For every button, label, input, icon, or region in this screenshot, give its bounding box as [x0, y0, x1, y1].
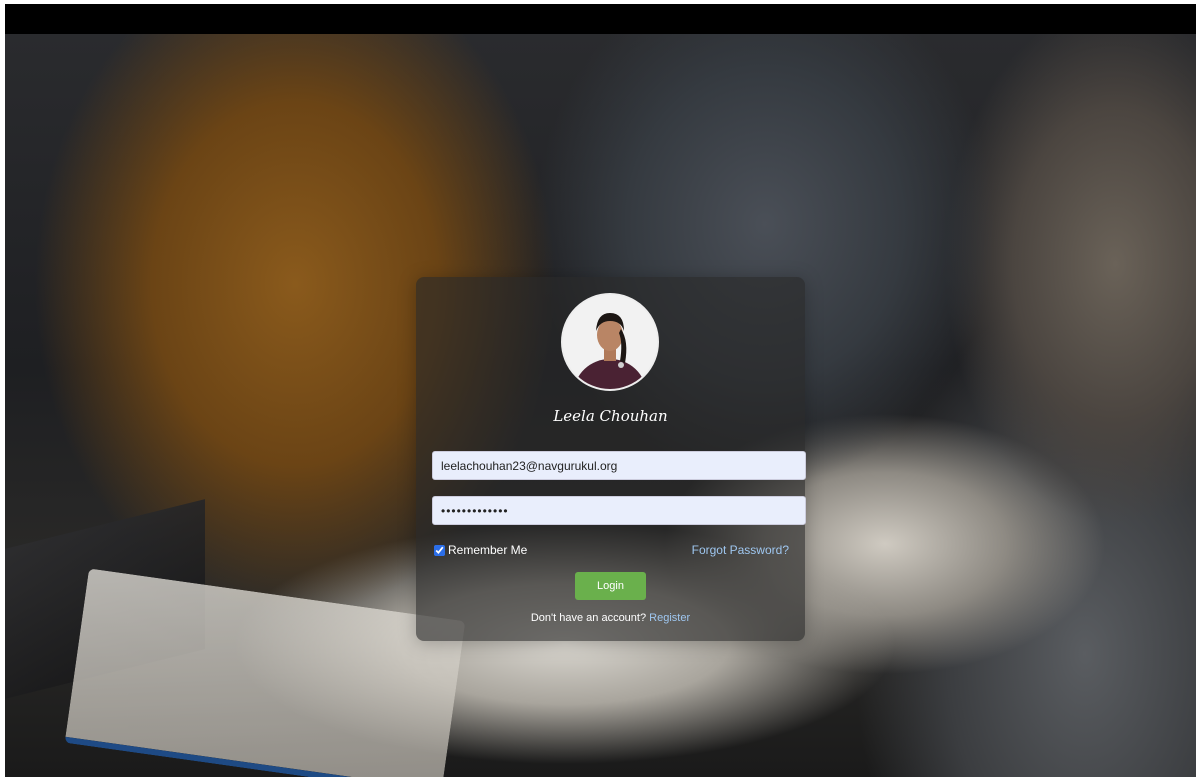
background-photo: Leela Chouhan Remember Me Forgot Passwor… [5, 34, 1196, 777]
no-account-text: Don't have an account? [530, 612, 647, 624]
remember-me[interactable]: Remember Me [434, 543, 527, 557]
avatar-portrait-icon [563, 295, 657, 389]
register-link[interactable]: Register [649, 612, 690, 624]
background-open-book [64, 568, 466, 777]
register-row: Don't have an account? Register [416, 612, 805, 624]
remember-me-label: Remember Me [448, 543, 528, 557]
login-card: Leela Chouhan Remember Me Forgot Passwor… [416, 277, 806, 641]
profile-name: Leela Chouhan [553, 407, 668, 425]
forgot-password-link[interactable]: Forgot Password? [692, 543, 789, 557]
top-black-bar [5, 4, 1196, 34]
email-input[interactable] [432, 451, 806, 480]
profile-avatar [561, 293, 659, 391]
password-input[interactable] [432, 496, 806, 525]
login-button[interactable]: Login [575, 572, 646, 600]
remember-me-checkbox[interactable] [434, 544, 445, 556]
